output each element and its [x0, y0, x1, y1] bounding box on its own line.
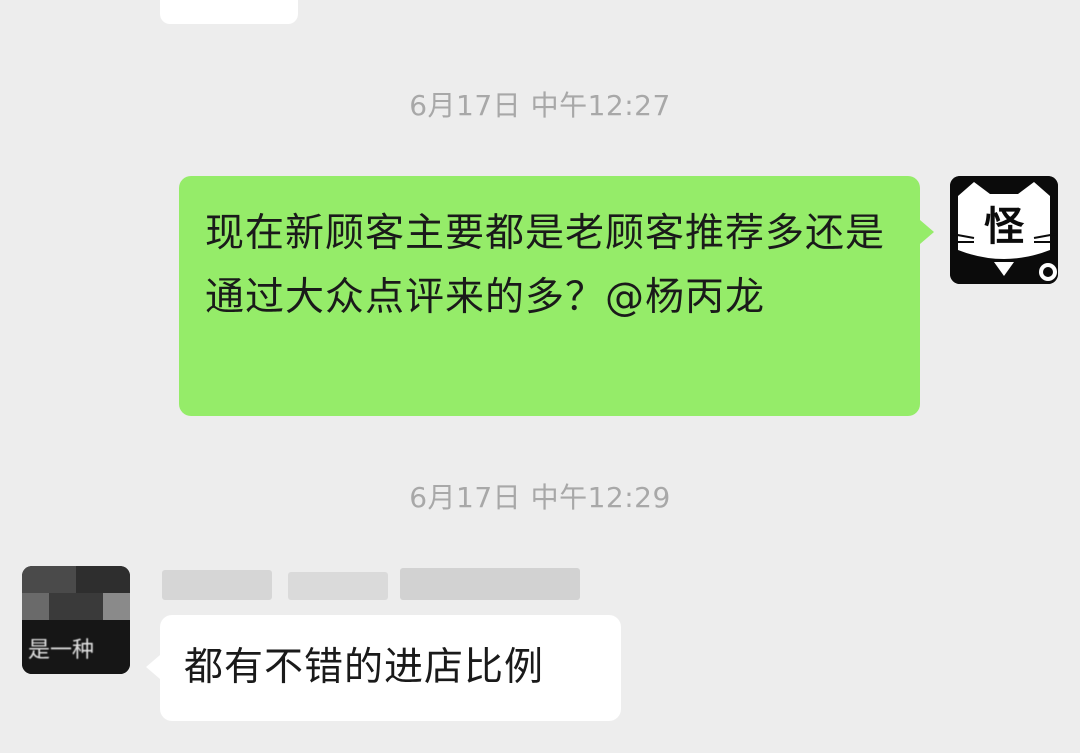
sender-name-blurred — [162, 566, 582, 606]
outgoing-message-text: 现在新顾客主要都是老顾客推荐多还是通过大众点评来的多？@杨丙龙 — [205, 211, 886, 320]
message-timestamp: 6月17日 中午12:27 — [409, 89, 671, 122]
outgoing-message-bubble[interactable]: 现在新顾客主要都是老顾客推荐多还是通过大众点评来的多？@杨丙龙 — [179, 176, 934, 416]
cat-avatar-icon: 怪 — [950, 176, 1058, 284]
incoming-message-text: 都有不错的进店比例 — [184, 645, 545, 690]
self-avatar[interactable]: 怪 — [950, 176, 1058, 284]
previous-message-bubble[interactable] — [160, 0, 298, 24]
other-avatar[interactable]: 是一种 — [22, 566, 130, 674]
avatar-partial-text: 是一种 — [28, 638, 95, 663]
message-timestamp: 6月17日 中午12:29 — [409, 481, 671, 514]
incoming-message-bubble[interactable]: 都有不错的进店比例 — [146, 615, 621, 721]
avatar-glyph: 怪 — [984, 204, 1025, 250]
